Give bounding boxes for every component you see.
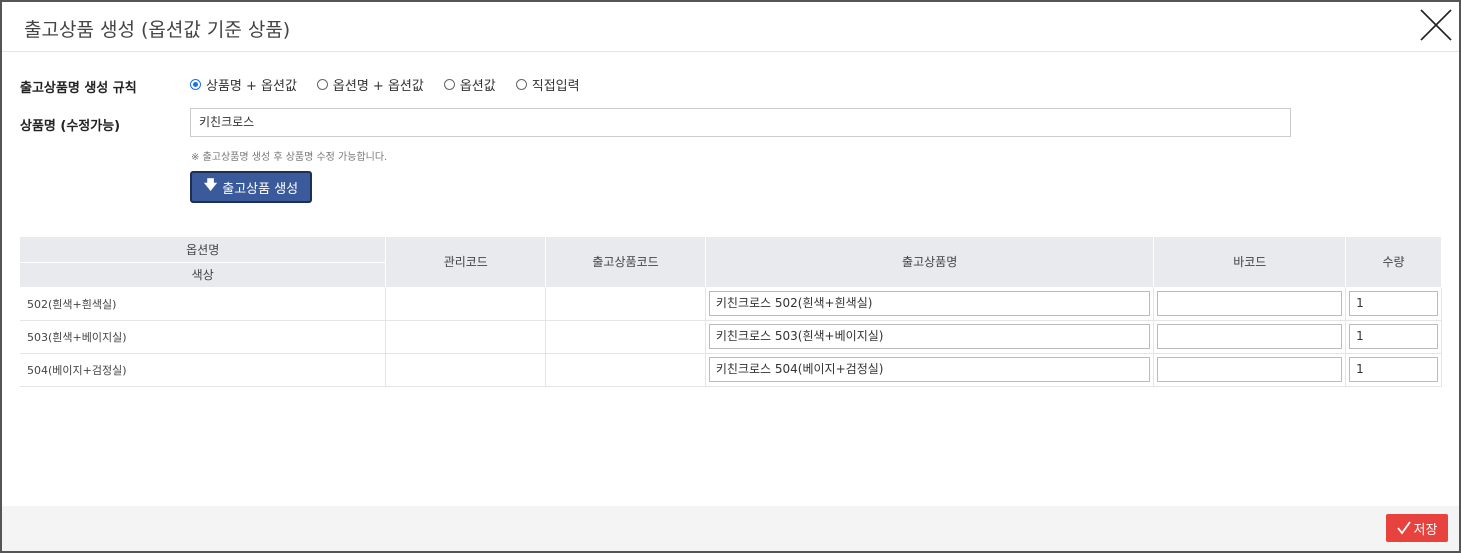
arrow-down-icon: 🡇: [203, 178, 218, 193]
radio-button[interactable]: [316, 79, 328, 90]
header-quantity: 수량: [1345, 237, 1442, 288]
modal-header: 출고상품 생성 (옵션값 기준 상품): [2, 2, 1459, 52]
quantity-input[interactable]: 1: [1349, 291, 1438, 316]
cell-mgmt-code: [385, 320, 547, 354]
cell-option: 504(베이지+검정실): [20, 353, 387, 387]
radio-label: 옵션값: [459, 79, 496, 94]
product-name-label: 상품명 (수정가능): [20, 119, 121, 134]
generate-output-product-button[interactable]: 🡇 출고상품 생성: [190, 171, 312, 203]
table-row: 504(베이지+검정실) 키친크로스 504(베이지+검정실) 1: [20, 353, 1442, 387]
rule-option-option-value[interactable]: 옵션값: [443, 75, 496, 94]
rule-option-product-option[interactable]: 상품명 + 옵션값: [190, 75, 297, 94]
cell-output-code: [545, 320, 706, 354]
output-name-input[interactable]: 키친크로스 504(베이지+검정실): [708, 357, 1151, 382]
header-option-name: 옵션명: [20, 237, 387, 263]
cell-output-code: [545, 353, 706, 387]
product-name-input[interactable]: 키친크로스: [190, 108, 1291, 137]
close-icon: [1420, 9, 1452, 41]
radio-label: 옵션명 + 옵션값: [332, 79, 424, 94]
save-button-label: 저장: [1413, 522, 1438, 538]
cell-mgmt-code: [385, 353, 547, 387]
header-output-name: 출고상품명: [705, 237, 1155, 288]
generate-button-label: 출고상품 생성: [222, 181, 299, 197]
barcode-input[interactable]: [1157, 324, 1343, 349]
barcode-input[interactable]: [1157, 291, 1343, 316]
radio-label: 직접입력: [531, 79, 580, 94]
modal-title: 출고상품 생성 (옵션값 기준 상품): [24, 19, 291, 41]
rule-radio-group: 상품명 + 옵션값 옵션명 + 옵션값 옵션값 직접입력: [190, 75, 600, 94]
checkmark-icon: [1396, 521, 1411, 535]
cell-mgmt-code: [385, 287, 547, 321]
header-option-color: 색상: [20, 262, 387, 288]
rule-option-optionname-option[interactable]: 옵션명 + 옵션값: [316, 75, 424, 94]
radio-button[interactable]: [190, 79, 201, 90]
cell-option: 502(흰색+흰색실): [20, 287, 387, 321]
radio-button[interactable]: [443, 79, 455, 90]
output-product-table: 옵션명 관리코드 출고상품코드 출고상품명 바코드 수량 색상 502(흰색+흰…: [20, 237, 1442, 387]
save-button[interactable]: 저장: [1386, 514, 1448, 542]
modal-footer: 저장: [2, 506, 1459, 551]
output-name-input[interactable]: 키친크로스 503(흰색+베이지실): [708, 324, 1151, 349]
rule-option-direct-input[interactable]: 직접입력: [515, 75, 580, 94]
quantity-input[interactable]: 1: [1349, 324, 1438, 349]
header-mgmt-code: 관리코드: [385, 237, 547, 288]
radio-button[interactable]: [515, 79, 527, 90]
barcode-input[interactable]: [1157, 357, 1343, 382]
rule-label: 출고상품명 생성 규칙: [20, 81, 137, 96]
cell-output-code: [545, 287, 706, 321]
header-output-code: 출고상품코드: [545, 237, 706, 288]
table-row: 502(흰색+흰색실) 키친크로스 502(흰색+흰색실) 1: [20, 287, 1442, 321]
product-name-hint: ※ 출고상품명 생성 후 상품명 수정 가능합니다.: [191, 152, 388, 163]
radio-label: 상품명 + 옵션값: [206, 79, 297, 94]
modal-dialog: 출고상품 생성 (옵션값 기준 상품) 출고상품명 생성 규칙 상품명 + 옵션…: [0, 0, 1461, 553]
table-row: 503(흰색+베이지실) 키친크로스 503(흰색+베이지실) 1: [20, 320, 1442, 354]
quantity-input[interactable]: 1: [1349, 357, 1438, 382]
close-button[interactable]: [1416, 5, 1456, 45]
header-barcode: 바코드: [1153, 237, 1347, 288]
output-name-input[interactable]: 키친크로스 502(흰색+흰색실): [708, 291, 1151, 316]
cell-option: 503(흰색+베이지실): [20, 320, 387, 354]
